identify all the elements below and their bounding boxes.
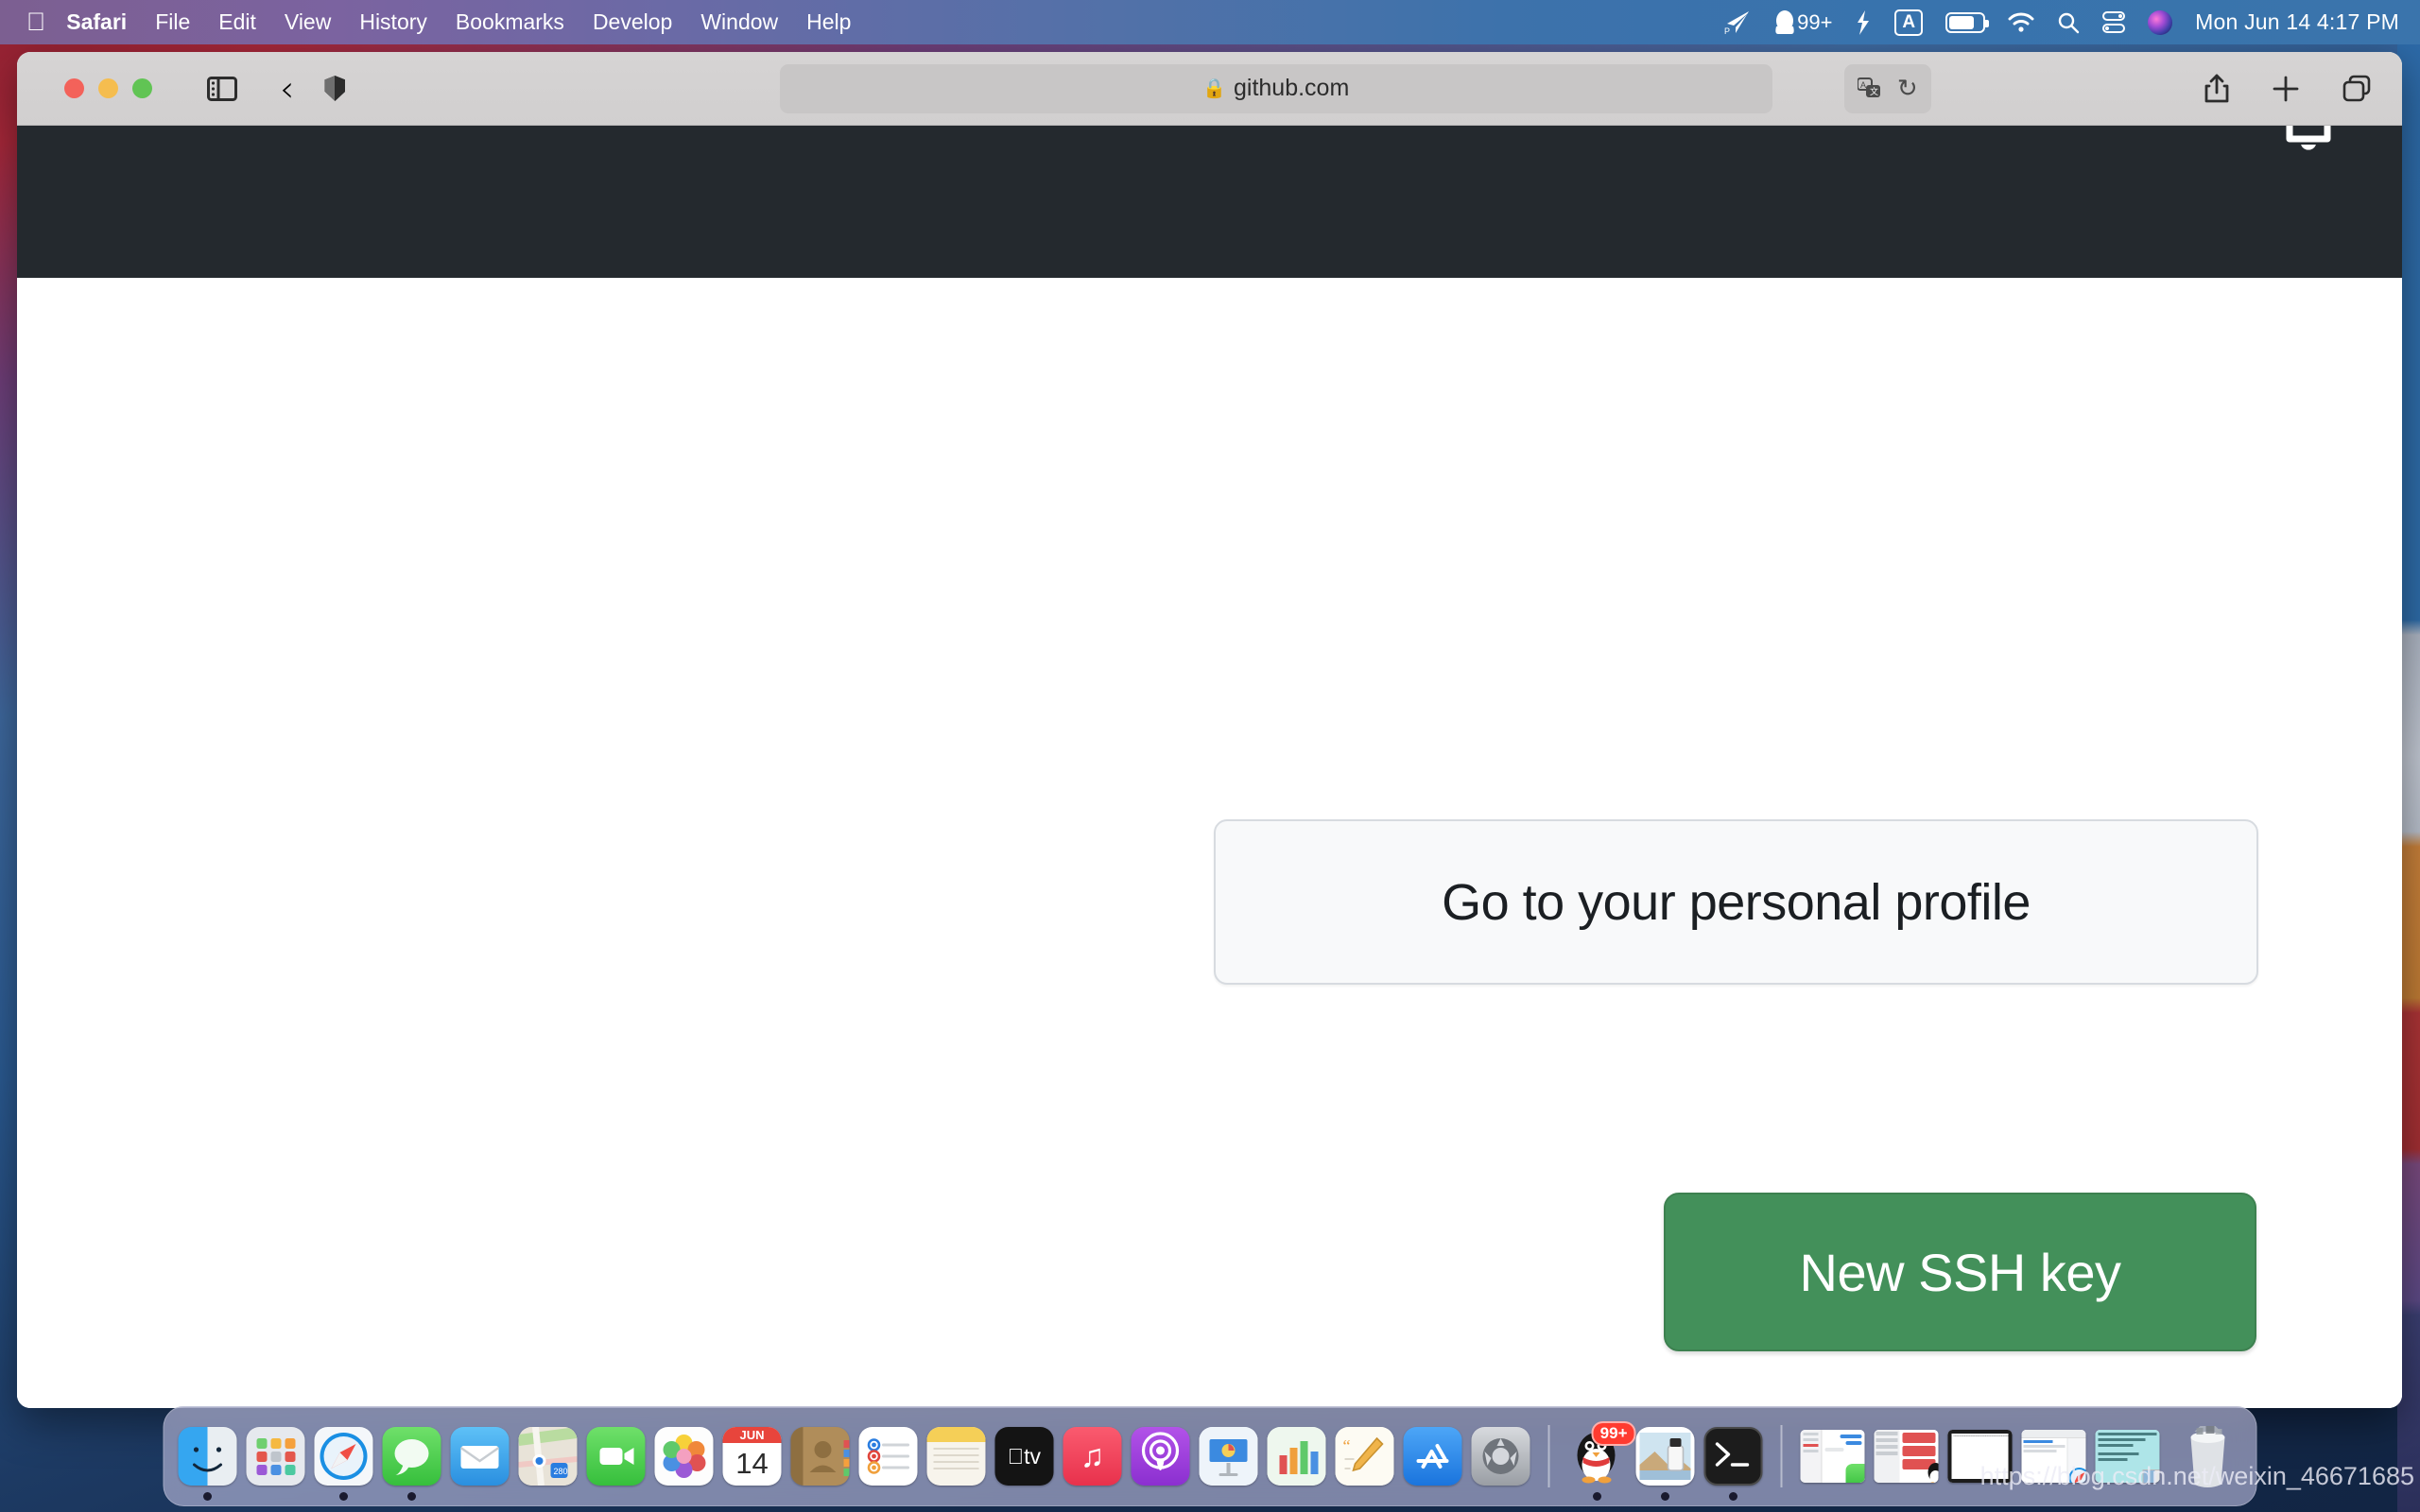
menu-item-view[interactable]: View	[285, 9, 331, 35]
dock-item-numbers[interactable]	[1267, 1427, 1326, 1486]
macos-menu-bar:  Safari File Edit View History Bookmark…	[0, 0, 2420, 44]
notification-bell-icon[interactable]	[2277, 126, 2340, 163]
menu-bar-clock[interactable]: Mon Jun 14 4:17 PM	[2195, 9, 2399, 35]
dock-item-calendar[interactable]: JUN 14	[722, 1427, 782, 1486]
github-content-area: Go to your personal profile New SSH key …	[17, 278, 2402, 1408]
new-ssh-key-button[interactable]: New SSH key	[1664, 1193, 2256, 1351]
wifi-icon[interactable]	[2008, 12, 2034, 33]
menu-item-bookmarks[interactable]: Bookmarks	[456, 9, 564, 35]
qq-badge-count: 99+	[1797, 9, 1833, 34]
svg-text:“: “	[1343, 1436, 1351, 1455]
paper-plane-icon[interactable]: P	[1723, 9, 1752, 36]
dock-item-apple-tv[interactable]: tv	[994, 1427, 1054, 1486]
apple-logo-icon[interactable]: 	[26, 9, 45, 35]
dock-item-finder[interactable]	[178, 1427, 237, 1486]
chevron-left-icon[interactable]: ‹	[280, 71, 294, 107]
dock-item-maps[interactable]: 280	[518, 1427, 578, 1486]
plus-icon[interactable]	[2272, 75, 2300, 103]
control-center-icon[interactable]	[2102, 11, 2126, 33]
menu-item-safari[interactable]: Safari	[66, 9, 127, 35]
menu-item-help[interactable]: Help	[806, 9, 851, 35]
zoom-button[interactable]	[132, 78, 152, 98]
svg-text:280: 280	[554, 1467, 568, 1476]
share-icon[interactable]	[2204, 74, 2230, 104]
menu-bar-status-items: P 99+ A Mon Jun 14 4:17 PM	[1723, 9, 2420, 36]
safari-window: ‹ › 🔒 github.com A文 ↻	[17, 52, 2402, 1408]
dock-item-facetime[interactable]	[586, 1427, 646, 1486]
calendar-day-label: 14	[735, 1447, 769, 1480]
menu-item-window[interactable]: Window	[700, 9, 778, 35]
svg-text:文: 文	[1870, 86, 1878, 96]
qq-penguin-icon[interactable]: 99+	[1774, 9, 1832, 36]
dock-item-app-store[interactable]	[1403, 1427, 1462, 1486]
dock-item-pages[interactable]: “	[1335, 1427, 1394, 1486]
dock-item-safari[interactable]	[314, 1427, 373, 1486]
github-page: Go to your personal profile New SSH key …	[17, 126, 2402, 1408]
dock-item-terminal[interactable]	[1703, 1427, 1763, 1486]
address-bar[interactable]: 🔒 github.com A文 ↻	[779, 63, 1931, 113]
battery-icon[interactable]	[1945, 11, 1990, 33]
sidebar-toggle-icon[interactable]	[207, 76, 237, 102]
dock-item-mail[interactable]	[450, 1427, 510, 1486]
dock-item-launchpad[interactable]	[246, 1427, 305, 1486]
dock-item-contacts[interactable]	[790, 1427, 850, 1486]
dock-separator-1	[1547, 1425, 1550, 1487]
menu-item-edit[interactable]: Edit	[218, 9, 256, 35]
dock-item-photos[interactable]	[654, 1427, 714, 1486]
svg-text:P: P	[1724, 26, 1730, 36]
tab-overview-icon[interactable]	[2342, 75, 2372, 103]
svg-text:A: A	[1860, 80, 1866, 90]
dock-item-messages[interactable]	[382, 1427, 441, 1486]
dock-item-qq[interactable]: 99+	[1568, 1421, 1636, 1486]
go-to-personal-profile-button[interactable]: Go to your personal profile	[1214, 819, 2258, 985]
safari-toolbar: ‹ › 🔒 github.com A文 ↻	[17, 52, 2402, 126]
window-traffic-lights	[64, 78, 152, 98]
input-method-label: A	[1894, 9, 1924, 36]
lightning-bolt-icon[interactable]	[1855, 9, 1872, 36]
url-bar-wrapper: 🔒 github.com A文 ↻	[324, 63, 2204, 113]
url-host-text: github.com	[1234, 75, 1350, 101]
dock-separator-2	[1780, 1425, 1783, 1487]
close-button[interactable]	[64, 78, 84, 98]
blog-watermark: https://blog.csdn.net/weixin_46671685	[1979, 1462, 2414, 1490]
spotlight-search-icon[interactable]	[2057, 11, 2080, 34]
macos-dock: 280 JUN 14 tv ♫ “ 99+ ▪▪▪▪▪▪▪▪▪▪▪▪▪▪▪▪▪▪…	[163, 1406, 2257, 1506]
toolbar-right-actions	[2204, 74, 2377, 104]
translate-icon[interactable]: A文	[1856, 77, 1882, 100]
dock-item-keynote[interactable]	[1199, 1427, 1258, 1486]
siri-icon[interactable]	[2148, 9, 2173, 35]
minimize-button[interactable]	[98, 78, 118, 98]
menu-item-history[interactable]: History	[359, 9, 427, 35]
minimized-window-qq[interactable]	[1874, 1430, 1939, 1483]
minimized-window-messages[interactable]	[1800, 1430, 1865, 1483]
menu-item-develop[interactable]: Develop	[593, 9, 672, 35]
github-dark-header	[17, 126, 2402, 278]
qq-dock-badge: 99+	[1591, 1421, 1636, 1446]
dock-item-system-preferences[interactable]	[1471, 1427, 1530, 1486]
desktop:  Safari File Edit View History Bookmark…	[0, 0, 2420, 1512]
calendar-month-label: JUN	[722, 1427, 782, 1443]
menu-item-file[interactable]: File	[155, 9, 190, 35]
dock-item-podcasts[interactable]	[1131, 1427, 1190, 1486]
lock-icon: 🔒	[1202, 78, 1226, 99]
privacy-shield-icon[interactable]	[324, 76, 346, 101]
dock-item-preview[interactable]	[1635, 1427, 1695, 1486]
input-method-icon[interactable]: A	[1894, 9, 1924, 36]
address-bar-right-icons: A文 ↻	[1843, 63, 1931, 113]
dock-item-reminders[interactable]	[858, 1427, 918, 1486]
dock-item-music[interactable]: ♫	[1063, 1427, 1122, 1486]
dock-item-notes[interactable]	[926, 1427, 986, 1486]
reload-icon[interactable]: ↻	[1897, 74, 1918, 103]
